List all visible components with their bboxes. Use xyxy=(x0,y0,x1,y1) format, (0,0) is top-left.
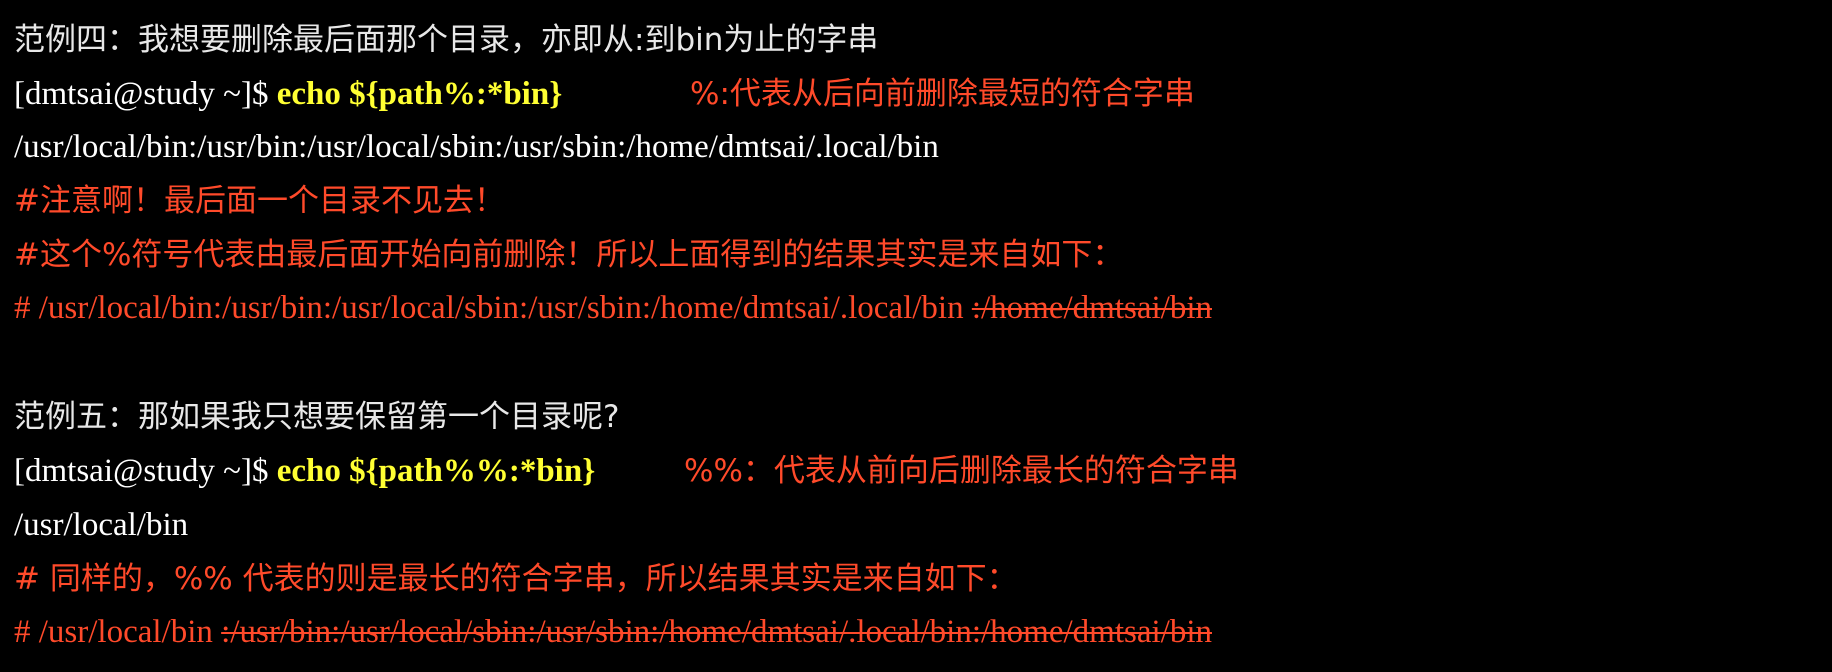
example4-annotation: %:代表从后向前删除最短的符合字串 xyxy=(690,76,1195,112)
example5-heading: 范例五：那如果我只想要保留第一个目录呢? xyxy=(14,399,620,435)
shell-prompt: [dmtsai@study ~]$ xyxy=(14,453,277,489)
example4-output: /usr/local/bin:/usr/bin:/usr/local/sbin:… xyxy=(14,129,939,165)
example4-heading: 范例四：我想要删除最后面那个目录，亦即从:到bin为止的字串 xyxy=(14,22,879,58)
shell-command: echo ${path%:*bin} xyxy=(276,76,563,112)
shell-command: echo ${path%%:*bin} xyxy=(276,453,596,489)
shell-prompt: [dmtsai@study ~]$ xyxy=(14,76,277,112)
example5-comment-2: # /usr/local/bin :/usr/bin:/usr/local/sb… xyxy=(14,612,1212,652)
removed-path: :/home/dmtsai/bin xyxy=(971,290,1212,326)
example4-command-line: [dmtsai@study ~]$ echo ${path%:*bin} xyxy=(14,74,562,114)
kept-path: # /usr/local/bin:/usr/bin:/usr/local/sbi… xyxy=(14,290,972,326)
example5-comment-1: # 同样的，%% 代表的则是最长的符合字串，所以结果其实是来自如下： xyxy=(14,561,1018,597)
removed-path: :/usr/bin:/usr/local/sbin:/usr/sbin:/hom… xyxy=(221,614,1212,650)
example4-comment-2: #这个%符号代表由最后面开始向前删除！所以上面得到的结果其实是来自如下： xyxy=(14,237,1124,273)
example4-comment-3: # /usr/local/bin:/usr/bin:/usr/local/sbi… xyxy=(14,288,1212,328)
example4-comment-1: #注意啊！最后面一个目录不见去！ xyxy=(14,183,505,219)
terminal-document: 范例四：我想要删除最后面那个目录，亦即从:到bin为止的字串 [dmtsai@s… xyxy=(0,0,1832,672)
kept-path: # /usr/local/bin xyxy=(14,614,222,650)
example5-annotation: %%：代表从前向后删除最长的符合字串 xyxy=(684,453,1239,489)
example5-output: /usr/local/bin xyxy=(14,507,189,543)
example5-command-line: [dmtsai@study ~]$ echo ${path%%:*bin} xyxy=(14,451,595,491)
